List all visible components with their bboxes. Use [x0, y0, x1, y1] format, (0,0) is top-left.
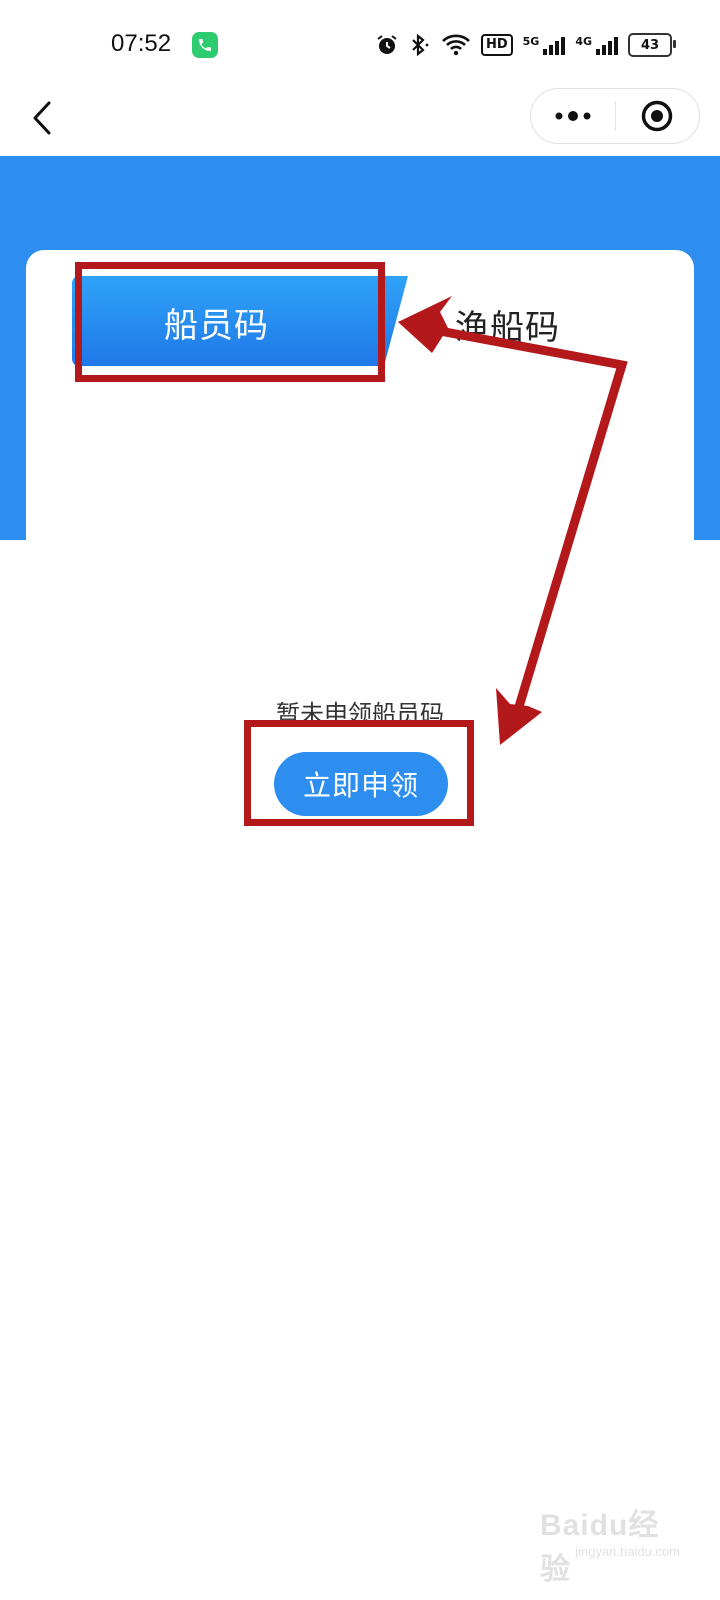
watermark-url: jingyan.baidu.com [575, 1544, 680, 1559]
annotation-arrow-line [412, 321, 628, 732]
baidu-watermark: Baidu经验 jingyan.baidu.com [540, 1500, 680, 1586]
annotation-arrowhead-top [398, 296, 452, 353]
annotation-arrows [398, 296, 628, 745]
